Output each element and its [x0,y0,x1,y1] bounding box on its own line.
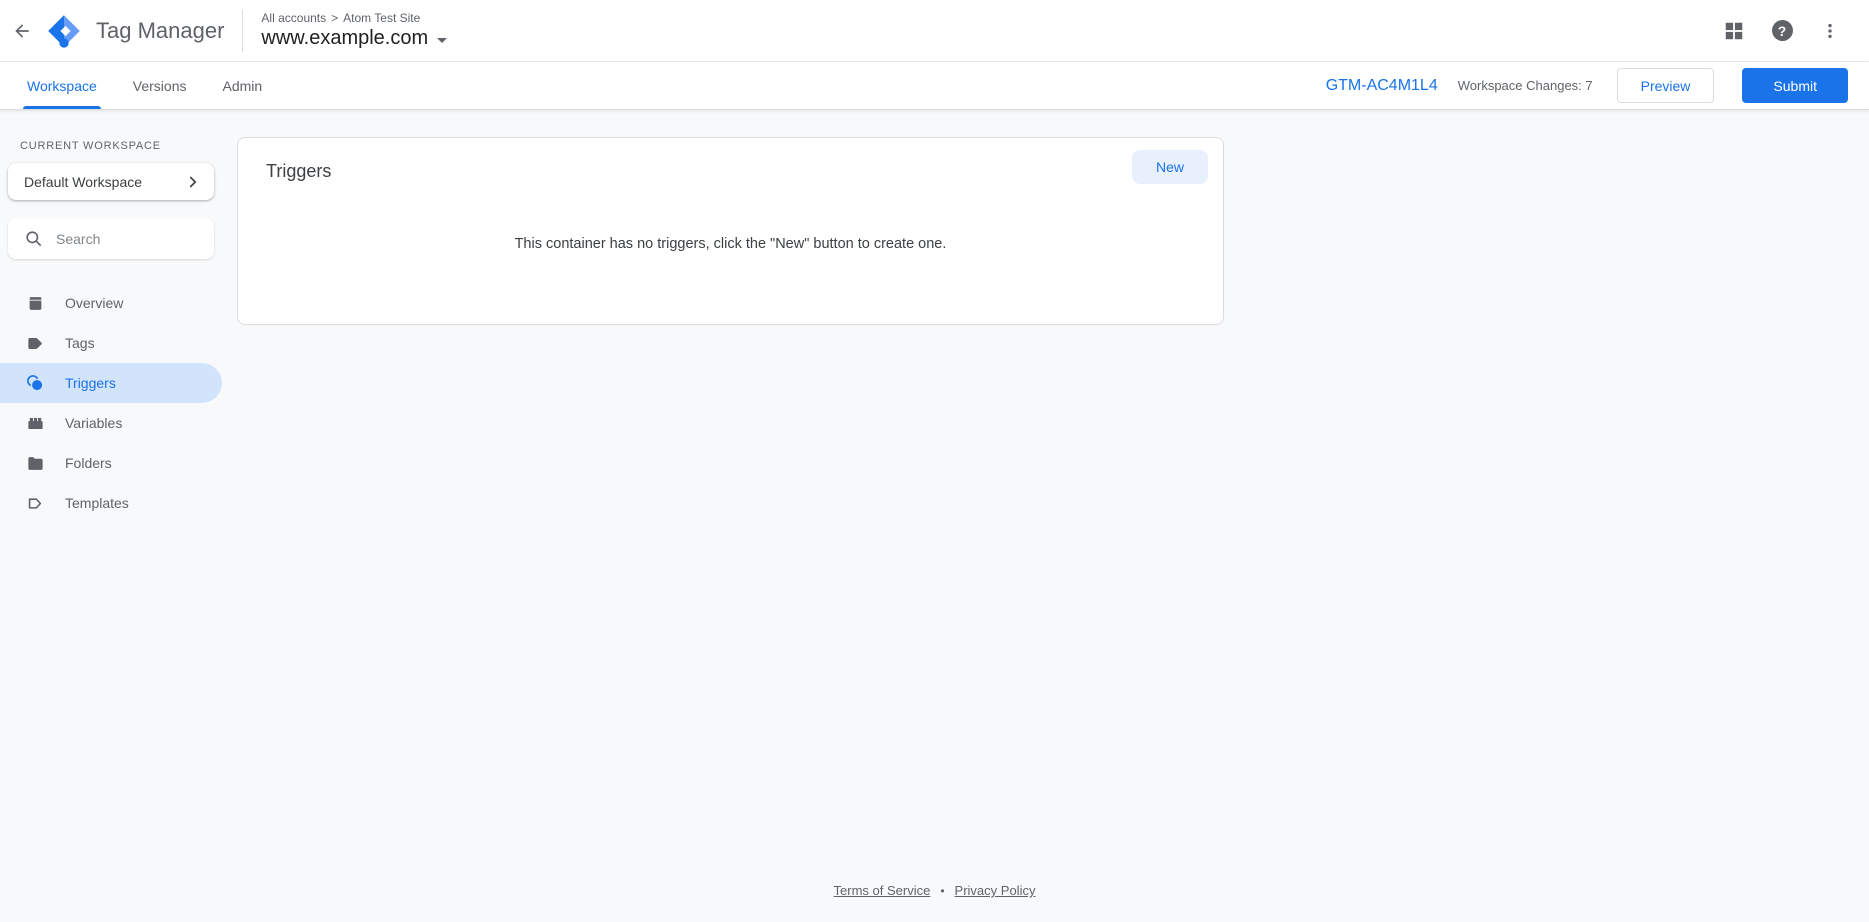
tab-admin[interactable]: Admin [222,62,262,109]
sidebar-item-overview[interactable]: Overview [0,283,222,323]
sidebar-item-folders[interactable]: Folders [0,443,222,483]
terms-of-service-link[interactable]: Terms of Service [834,883,931,898]
workspace-grid-button[interactable] [1715,12,1753,50]
variables-icon [25,413,45,433]
sidebar-item-label: Overview [65,295,123,311]
active-tab-underline [23,106,101,109]
tag-manager-app: Tag Manager All accounts > Atom Test Sit… [0,0,1869,922]
tab-versions[interactable]: Versions [133,62,187,109]
tab-workspace[interactable]: Workspace [27,62,97,109]
footer: Terms of Service • Privacy Policy [0,883,1869,898]
preview-button[interactable]: Preview [1617,68,1715,103]
search-icon [24,229,43,248]
sidebar-item-label: Tags [65,335,95,351]
chevron-down-icon [437,38,447,43]
tab-versions-label: Versions [133,78,187,94]
app-title: Tag Manager [96,18,224,44]
grid-icon [1723,20,1745,42]
sidebar-item-label: Variables [65,415,122,431]
content-area: CURRENT WORKSPACE Default Workspace [0,110,1869,922]
breadcrumb-container-name[interactable]: Atom Test Site [343,11,420,25]
overview-icon [25,293,45,313]
top-header: Tag Manager All accounts > Atom Test Sit… [0,0,1869,62]
sidebar-item-templates[interactable]: Templates [0,483,222,523]
tag-manager-logo-icon [46,13,82,49]
template-icon [25,493,45,513]
sidebar-nav: Overview Tags [0,283,222,523]
sidebar-item-tags[interactable]: Tags [0,323,222,363]
more-options-button[interactable] [1811,12,1849,50]
back-button[interactable] [2,11,42,51]
workspace-selector[interactable]: Default Workspace [8,163,214,200]
header-divider [242,10,243,52]
breadcrumb: All accounts > Atom Test Site www.exampl… [261,11,447,50]
kebab-menu-icon [1820,21,1840,41]
card-title: Triggers [266,153,331,182]
sidebar-search [8,218,214,259]
breadcrumb-all-accounts[interactable]: All accounts [261,11,326,25]
footer-separator: • [940,884,944,898]
search-input[interactable] [56,231,204,247]
container-domain: www.example.com [261,27,428,50]
container-selector[interactable]: www.example.com [261,27,447,50]
breadcrumb-separator: > [331,11,338,25]
container-id-link[interactable]: GTM-AC4M1L4 [1326,77,1438,95]
help-icon: ? [1772,20,1793,41]
workspace-changes-count: Workspace Changes: 7 [1458,78,1593,93]
help-button[interactable]: ? [1763,12,1801,50]
tab-admin-label: Admin [222,78,262,94]
sidebar-item-label: Triggers [65,375,116,391]
sidebar-item-variables[interactable]: Variables [0,403,222,443]
sidebar-item-label: Folders [65,455,112,471]
submit-button[interactable]: Submit [1742,68,1848,103]
privacy-policy-link[interactable]: Privacy Policy [955,883,1036,898]
new-trigger-button[interactable]: New [1132,150,1208,184]
tab-workspace-label: Workspace [27,78,97,94]
folder-icon [25,453,45,473]
sidebar-item-triggers[interactable]: Triggers [0,363,222,403]
sidebar: CURRENT WORKSPACE Default Workspace [0,110,222,922]
sidebar-item-label: Templates [65,495,129,511]
chevron-right-icon [184,173,202,191]
arrow-left-icon [12,21,32,41]
tag-icon [25,333,45,353]
trigger-icon [25,373,45,393]
empty-state-message: This container has no triggers, click th… [238,236,1223,252]
triggers-card: Triggers New This container has no trigg… [237,137,1224,325]
tab-bar: Workspace Versions Admin GTM-AC4M1L4 Wor… [0,62,1869,110]
workspace-name: Default Workspace [24,174,184,190]
current-workspace-label: CURRENT WORKSPACE [20,140,222,152]
